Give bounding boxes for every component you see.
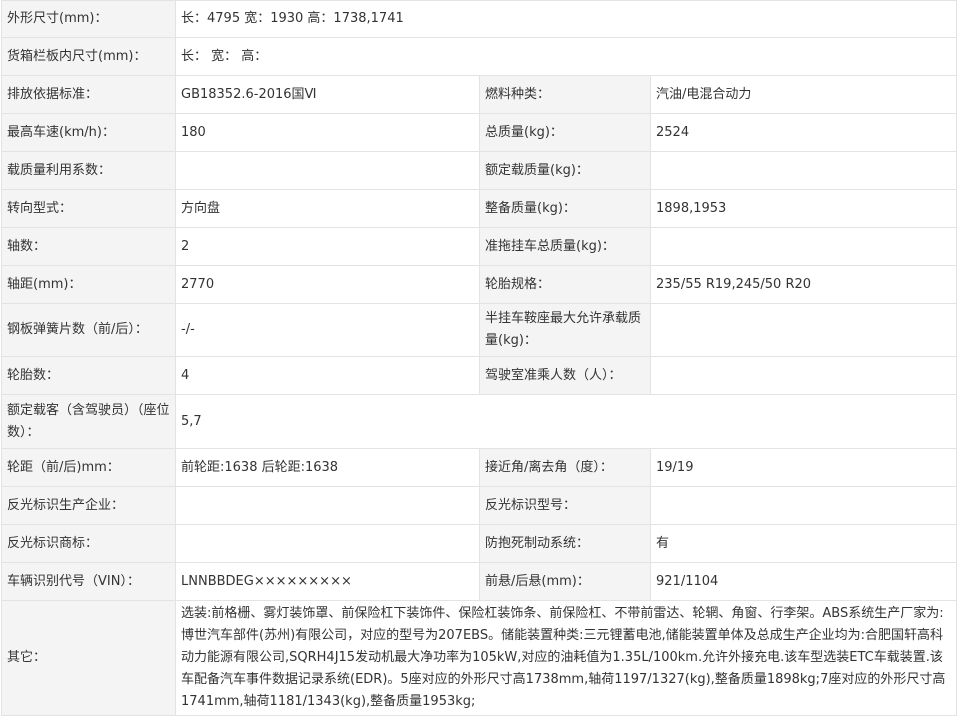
spec-value — [649, 303, 958, 357]
table-row: 外形尺寸(mm)： 长：4795 宽：1930 高：1738,1741 — [1, 0, 958, 38]
vehicle-spec-table: 外形尺寸(mm)： 长：4795 宽：1930 高：1738,1741 货箱栏板… — [1, 0, 958, 716]
spec-label: 其它： — [1, 600, 176, 716]
table-row: 轮距（前/后)mm： 前轮距:1638 后轮距:1638 接近角/离去角（度）：… — [1, 448, 958, 487]
table-row: 货箱栏板内尺寸(mm)： 长： 宽： 高： — [1, 37, 958, 76]
spec-value: 方向盘 — [175, 189, 480, 228]
spec-value: 长： 宽： 高： — [174, 37, 958, 76]
spec-value: 921/1104 — [649, 562, 958, 601]
spec-label: 转向型式： — [1, 189, 176, 228]
spec-label: 最高车速(km/h)： — [1, 113, 176, 152]
spec-label: 货箱栏板内尺寸(mm)： — [1, 37, 176, 76]
spec-value: 2524 — [649, 113, 958, 152]
spec-label: 轴数： — [1, 227, 176, 266]
spec-label: 载质量利用系数： — [1, 151, 176, 190]
table-row: 反光标识商标： 防抱死制动系统： 有 — [1, 524, 958, 563]
table-row: 钢板弹簧片数（前/后）： -/- 半挂车鞍座最大允许承载质量(kg)： — [1, 303, 958, 357]
spec-label: 车辆识别代号（VIN）： — [1, 562, 176, 601]
spec-label: 前悬/后悬(mm)： — [479, 562, 651, 601]
spec-value — [649, 151, 958, 190]
spec-label: 准拖挂车总质量(kg)： — [479, 227, 651, 266]
table-row: 载质量利用系数： 额定载质量(kg)： — [1, 151, 958, 190]
spec-label: 整备质量(kg)： — [479, 189, 651, 228]
spec-notes: 选装:前格栅、雾灯装饰罩、前保险杠下装饰件、保险杠装饰条、前保险杠、不带前雷达、… — [174, 600, 958, 716]
table-row: 额定载客（含驾驶员）（座位数）： 5,7 — [1, 394, 958, 449]
spec-value: GB18352.6-2016国Ⅵ — [175, 75, 480, 114]
spec-label: 排放依据标准： — [1, 75, 176, 114]
table-row: 轮胎数： 4 驾驶室准乘人数（人）： — [1, 356, 958, 395]
spec-value: 前轮距:1638 后轮距:1638 — [175, 448, 480, 487]
spec-value: 2770 — [175, 265, 480, 304]
spec-value: 19/19 — [649, 448, 958, 487]
table-row: 反光标识生产企业： 反光标识型号： — [1, 486, 958, 525]
spec-label: 反光标识生产企业： — [1, 486, 176, 525]
spec-label: 轴距(mm)： — [1, 265, 176, 304]
spec-label: 钢板弹簧片数（前/后）： — [1, 303, 176, 357]
spec-label: 反光标识型号： — [479, 486, 651, 525]
spec-value — [175, 524, 480, 563]
spec-value: 180 — [175, 113, 480, 152]
spec-value: 长：4795 宽：1930 高：1738,1741 — [174, 0, 958, 38]
spec-value: -/- — [175, 303, 480, 357]
spec-value: 有 — [649, 524, 958, 563]
spec-value — [649, 356, 958, 395]
table-row: 轴距(mm)： 2770 轮胎规格： 235/55 R19,245/50 R20 — [1, 265, 958, 304]
spec-value: 2 — [175, 227, 480, 266]
spec-label: 总质量(kg)： — [479, 113, 651, 152]
spec-label: 额定载客（含驾驶员）（座位数）： — [1, 394, 176, 449]
spec-value — [175, 151, 480, 190]
spec-label: 燃料种类： — [479, 75, 651, 114]
spec-value: 4 — [175, 356, 480, 395]
table-row: 最高车速(km/h)： 180 总质量(kg)： 2524 — [1, 113, 958, 152]
spec-label: 防抱死制动系统： — [479, 524, 651, 563]
spec-label: 外形尺寸(mm)： — [1, 0, 176, 38]
spec-label: 轮胎数： — [1, 356, 176, 395]
spec-value: 1898,1953 — [649, 189, 958, 228]
spec-label: 轮胎规格： — [479, 265, 651, 304]
spec-value: 汽油/电混合动力 — [649, 75, 958, 114]
spec-value — [175, 486, 480, 525]
spec-label: 轮距（前/后)mm： — [1, 448, 176, 487]
table-row: 排放依据标准： GB18352.6-2016国Ⅵ 燃料种类： 汽油/电混合动力 — [1, 75, 958, 114]
spec-value: 235/55 R19,245/50 R20 — [649, 265, 958, 304]
spec-label: 半挂车鞍座最大允许承载质量(kg)： — [479, 303, 651, 357]
spec-value — [649, 227, 958, 266]
spec-value: 5,7 — [174, 394, 958, 449]
spec-label: 驾驶室准乘人数（人）： — [479, 356, 651, 395]
table-row: 转向型式： 方向盘 整备质量(kg)： 1898,1953 — [1, 189, 958, 228]
table-row: 其它： 选装:前格栅、雾灯装饰罩、前保险杠下装饰件、保险杠装饰条、前保险杠、不带… — [1, 600, 958, 716]
table-row: 轴数： 2 准拖挂车总质量(kg)： — [1, 227, 958, 266]
spec-label: 反光标识商标： — [1, 524, 176, 563]
table-row: 车辆识别代号（VIN）： LNNBBDEG××××××××× 前悬/后悬(mm)… — [1, 562, 958, 601]
spec-label: 接近角/离去角（度）： — [479, 448, 651, 487]
spec-value — [649, 486, 958, 525]
spec-value: LNNBBDEG××××××××× — [175, 562, 480, 601]
spec-label: 额定载质量(kg)： — [479, 151, 651, 190]
